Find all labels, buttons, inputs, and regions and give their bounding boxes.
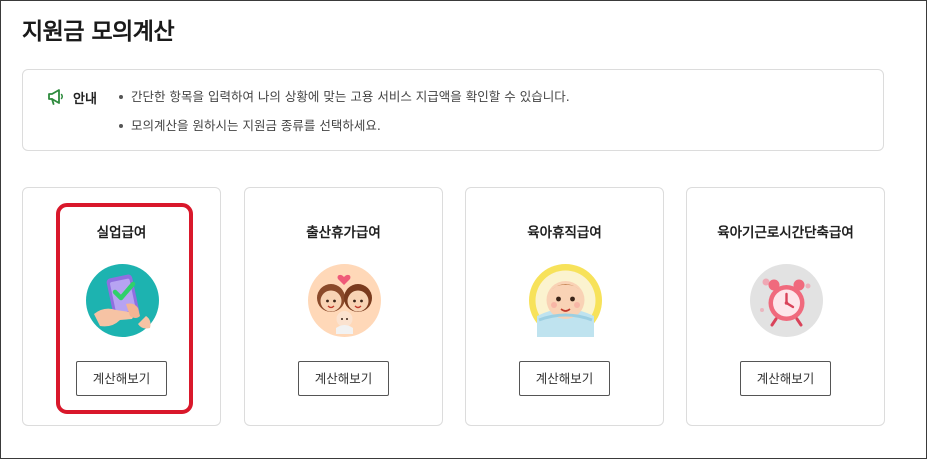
notice-line: 모의계산을 원하시는 지원금 종류를 선택하세요. [119, 116, 570, 145]
notice-box: 안내 간단한 항목을 입력하여 나의 상황에 맞는 고용 서비스 지급액을 확인… [22, 69, 884, 151]
baby-face-illustration-icon [529, 264, 602, 337]
page-title: 지원금 모의계산 [22, 19, 175, 45]
calculate-button[interactable]: 계산해보기 [740, 361, 831, 396]
selection-highlight-box [56, 203, 193, 414]
calculate-button[interactable]: 계산해보기 [298, 361, 389, 396]
card-maternity-leave-benefit[interactable]: 출산휴가급여 계산해보기 [244, 187, 443, 426]
card-title: 육아기근로시간단축급여 [717, 225, 854, 241]
alarm-clock-illustration-icon [750, 264, 823, 337]
card-title: 육아휴직급여 [527, 225, 602, 241]
parents-baby-illustration-icon [308, 264, 381, 337]
card-reduced-working-hours-benefit[interactable]: 육아기근로시간단축급여 계산해보기 [686, 187, 885, 426]
card-title: 출산휴가급여 [306, 225, 381, 241]
notice-line: 간단한 항목을 입력하여 나의 상황에 맞는 고용 서비스 지급액을 확인할 수… [119, 87, 570, 116]
calculate-button[interactable]: 계산해보기 [519, 361, 610, 396]
card-parental-leave-benefit[interactable]: 육아휴직급여 계산해보기 [465, 187, 664, 426]
notice-list: 간단한 항목을 입력하여 나의 상황에 맞는 고용 서비스 지급액을 확인할 수… [119, 87, 570, 145]
notice-label: 안내 [73, 92, 97, 107]
megaphone-icon [48, 89, 63, 105]
